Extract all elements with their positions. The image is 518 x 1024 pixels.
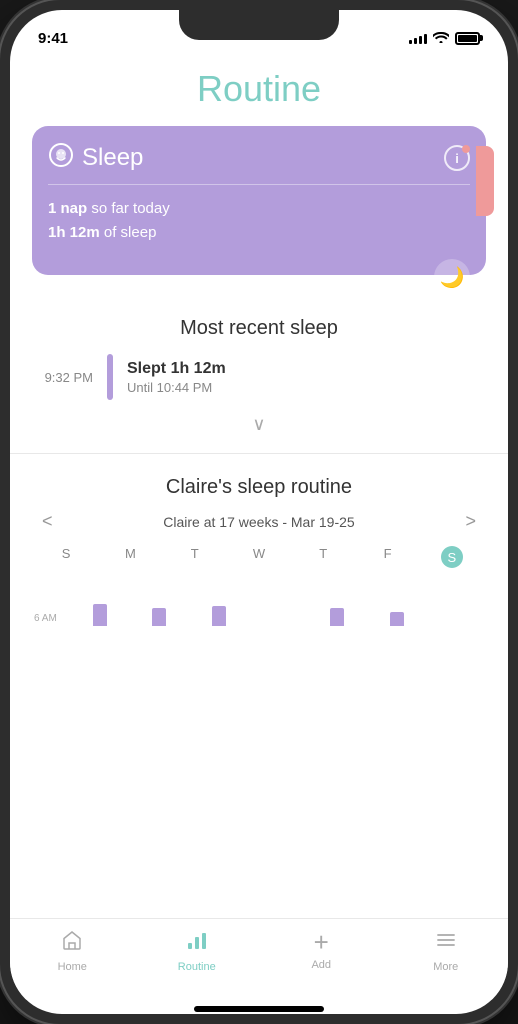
nav-add[interactable]: + Add — [259, 929, 384, 971]
bottom-nav: Home Routine + Add — [10, 918, 508, 1000]
cal-col-6 — [428, 578, 484, 626]
cal-col-3 — [250, 578, 306, 626]
entry-details: Slept 1h 12m Until 10:44 PM — [127, 360, 480, 395]
nav-routine-label: Routine — [178, 961, 216, 973]
bar-m — [152, 608, 166, 626]
status-icons — [409, 31, 480, 46]
nav-add-label: Add — [311, 959, 331, 971]
bar-f — [390, 612, 404, 626]
card-tab — [476, 146, 494, 216]
sleep-stats: 1 nap so far today 1h 12m of sleep — [48, 197, 470, 245]
day-f: F — [355, 546, 419, 568]
nap-stat: 1 nap so far today — [48, 197, 470, 221]
nav-home-label: Home — [58, 961, 87, 973]
expand-button[interactable]: ∨ — [10, 400, 508, 449]
cal-col-5 — [368, 578, 424, 626]
battery-icon — [455, 32, 480, 45]
entry-time: 9:32 PM — [38, 370, 93, 385]
sleep-duration-stat: 1h 12m of sleep — [48, 221, 470, 245]
phone-frame: 9:41 — [0, 0, 518, 1024]
day-s2: S — [420, 546, 484, 568]
routine-title: Claire's sleep routine — [10, 458, 508, 511]
more-icon — [435, 929, 457, 957]
phone-screen: 9:41 — [10, 10, 508, 1014]
nav-more[interactable]: More — [384, 929, 509, 973]
sleep-card[interactable]: Sleep i 1 nap so far today — [32, 126, 486, 275]
day-m: M — [98, 546, 162, 568]
sleep-card-wrapper: Sleep i 1 nap so far today — [10, 126, 508, 295]
page-title: Routine — [10, 54, 508, 126]
bar-t1 — [212, 606, 226, 626]
day-headers: S M T W T F S — [34, 546, 484, 568]
chevron-down-icon: ∨ — [252, 414, 265, 434]
cal-col-1 — [131, 578, 187, 626]
moon-icon: 🌙 — [440, 265, 465, 290]
nav-home[interactable]: Home — [10, 929, 135, 973]
baby-sleep-icon — [48, 142, 74, 174]
sleep-entry: 9:32 PM Slept 1h 12m Until 10:44 PM — [10, 354, 508, 400]
signal-icon — [409, 32, 427, 44]
add-icon: + — [314, 929, 329, 955]
prev-arrow[interactable]: < — [34, 511, 61, 532]
entry-main: Slept 1h 12m — [127, 360, 480, 378]
nav-routine[interactable]: Routine — [135, 929, 260, 973]
bar-s1 — [93, 604, 107, 626]
home-icon — [61, 929, 83, 957]
bar-t2 — [330, 608, 344, 626]
entry-sub: Until 10:44 PM — [127, 380, 480, 395]
entry-bar — [107, 354, 113, 400]
routine-nav: < Claire at 17 weeks - Mar 19-25 > — [10, 511, 508, 546]
day-w: W — [227, 546, 291, 568]
home-indicator — [194, 1006, 324, 1012]
wifi-icon — [433, 31, 449, 46]
time-label-6am: 6 AM — [34, 613, 70, 626]
day-t2: T — [291, 546, 355, 568]
section-divider — [10, 453, 508, 454]
routine-icon — [186, 929, 208, 957]
sleep-card-title: Sleep — [82, 144, 143, 172]
moon-button[interactable]: 🌙 — [434, 259, 470, 295]
sleep-card-header: Sleep i — [48, 142, 470, 174]
routine-section: Claire's sleep routine < Claire at 17 we… — [10, 458, 508, 630]
info-icon[interactable]: i — [444, 145, 470, 171]
sleep-title-row: Sleep — [48, 142, 143, 174]
recent-sleep-title: Most recent sleep — [10, 295, 508, 354]
cal-col-2 — [191, 578, 247, 626]
cal-col-4 — [309, 578, 365, 626]
nav-period: Claire at 17 weeks - Mar 19-25 — [71, 514, 448, 530]
nav-more-label: More — [433, 961, 458, 973]
info-dot — [462, 145, 470, 153]
day-s1: S — [34, 546, 98, 568]
status-time: 9:41 — [38, 30, 68, 47]
next-arrow[interactable]: > — [457, 511, 484, 532]
calendar-bars — [72, 578, 484, 626]
day-t1: T — [163, 546, 227, 568]
sleep-divider — [48, 184, 470, 185]
cal-col-0 — [72, 578, 128, 626]
screen-content: Routine — [10, 54, 508, 918]
notch — [179, 10, 339, 40]
calendar-grid: S M T W T F S 6 AM — [10, 546, 508, 626]
